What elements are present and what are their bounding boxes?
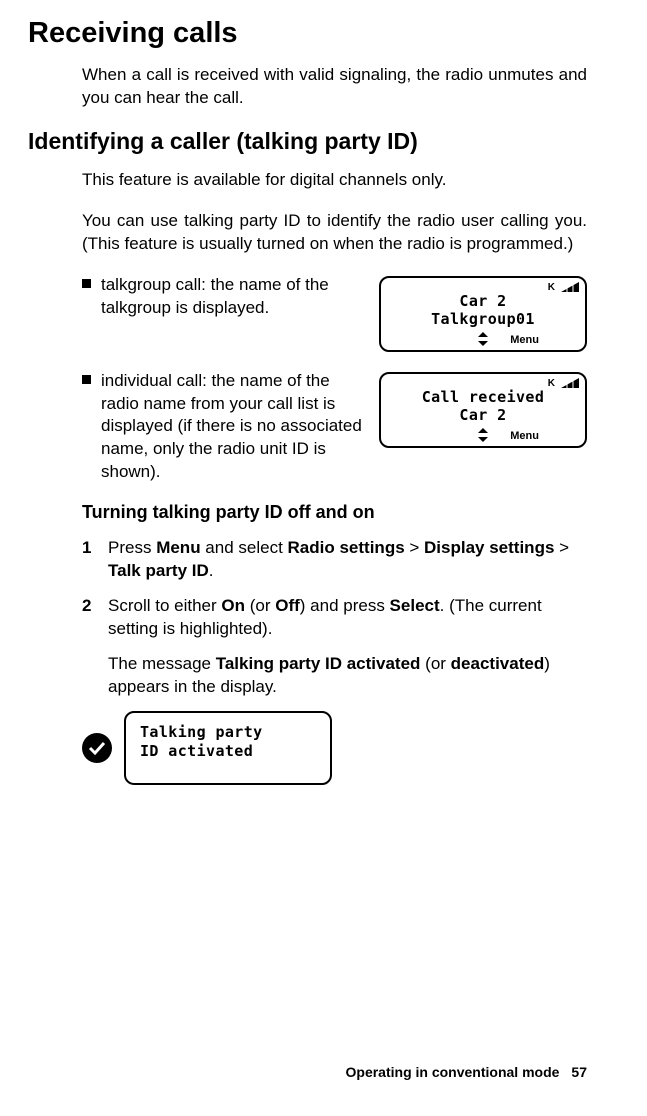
display-line-2: ID activated — [140, 742, 316, 761]
bullet-icon — [82, 279, 91, 288]
step-number: 1 — [82, 537, 96, 583]
step-text: Scroll to either On (or Off) and press S… — [108, 595, 587, 641]
step-2: 2 Scroll to either On (or Off) and press… — [82, 595, 587, 641]
radio-display-talkgroup: K Car 2 Talkgroup01 Menu — [379, 276, 587, 352]
step-number: 2 — [82, 595, 96, 641]
softkey-menu-label: Menu — [510, 334, 539, 346]
radio-display-individual: K Call received Car 2 Menu — [379, 372, 587, 448]
page-footer: Operating in conventional mode 57 — [346, 1064, 588, 1080]
display-line-1: Talking party — [140, 723, 316, 742]
display-line-2: Talkgroup01 — [381, 310, 585, 328]
bullet-row-1: talkgroup call: the name of the talkgrou… — [82, 274, 587, 352]
step-1: 1 Press Menu and select Radio settings >… — [82, 537, 587, 583]
display-line-1: Call received — [381, 388, 585, 406]
result-text: The message Talking party ID activated (… — [108, 653, 587, 699]
softkey-menu-label: Menu — [510, 430, 539, 442]
signal-icon — [561, 282, 579, 292]
subsection-heading: Turning talking party ID off and on — [82, 502, 587, 523]
display-line-2: Car 2 — [381, 406, 585, 424]
bullet-icon — [82, 375, 91, 384]
bullet-text-2: individual call: the name of the radio n… — [101, 370, 365, 485]
radio-display-confirmation: Talking party ID activated — [124, 711, 332, 785]
display-line-1: Car 2 — [381, 292, 585, 310]
confirmation-display-row: Talking party ID activated — [82, 711, 587, 785]
scroll-arrows-icon — [478, 428, 488, 442]
step-text: Press Menu and select Radio settings > D… — [108, 537, 587, 583]
section-para-2: You can use talking party ID to identify… — [82, 210, 587, 256]
bullet-row-2: individual call: the name of the radio n… — [82, 370, 587, 485]
scroll-arrows-icon — [478, 332, 488, 346]
footer-chapter: Operating in conventional mode — [346, 1064, 560, 1080]
intro-paragraph: When a call is received with valid signa… — [82, 64, 587, 110]
checkmark-icon — [82, 733, 112, 763]
signal-icon — [561, 378, 579, 388]
bullet-text-1: talkgroup call: the name of the talkgrou… — [101, 274, 365, 320]
footer-page-number: 57 — [571, 1064, 587, 1080]
page-title: Receiving calls — [28, 18, 587, 50]
section-heading: Identifying a caller (talking party ID) — [28, 128, 587, 155]
section-para-1: This feature is available for digital ch… — [82, 169, 587, 192]
